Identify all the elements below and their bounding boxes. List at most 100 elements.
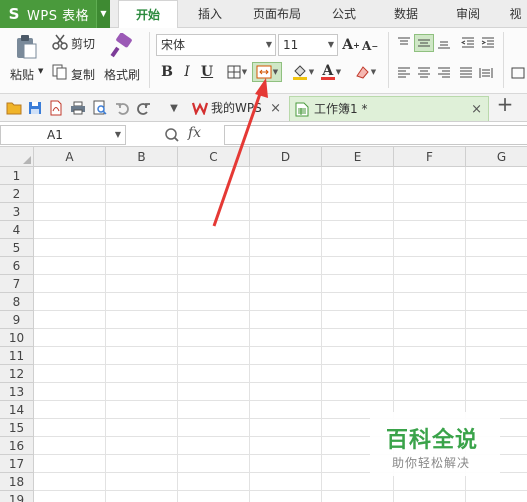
italic-icon[interactable]: I [180,64,194,80]
merge-center-icon[interactable] [510,66,526,80]
font-size-dropdown-icon: ▼ [327,40,334,49]
new-tab-icon[interactable]: + [495,92,515,116]
row-header-19[interactable]: 19 [0,491,34,502]
name-box[interactable]: A1 ▼ [0,125,126,145]
formula-input[interactable] [224,125,527,145]
borders-button[interactable]: ▼ [224,64,250,80]
undo-icon[interactable] [114,100,130,116]
column-header-f[interactable]: F [394,147,466,167]
cut-label[interactable]: 剪切 [71,35,95,52]
row-header-5[interactable]: 5 [0,239,34,257]
font-size-select[interactable]: 11 ▼ [278,34,338,56]
decrease-indent-icon[interactable] [460,36,476,50]
zoom-search-icon[interactable] [164,127,180,143]
insert-function-icon[interactable]: fx [188,125,201,141]
row-header-16[interactable]: 16 [0,437,34,455]
tab-data[interactable]: 数据 [380,0,432,28]
grid-line [34,382,527,383]
wps-w-icon [192,102,208,115]
format-painter-button[interactable] [108,32,136,60]
align-middle-icon[interactable] [414,34,434,52]
fill-color-icon [292,65,307,80]
print-preview-icon[interactable] [92,100,108,116]
row-header-4[interactable]: 4 [0,221,34,239]
grid-line [34,490,527,491]
print-icon[interactable] [70,100,86,116]
copy-icon[interactable] [52,64,68,80]
grid-line [34,220,527,221]
paste-button[interactable] [10,32,42,62]
justify-icon[interactable] [458,66,474,80]
grid-line [34,346,527,347]
redo-icon[interactable] [136,100,152,116]
row-header-1[interactable]: 1 [0,167,34,185]
merge-cells-icon [256,65,272,79]
row-header-6[interactable]: 6 [0,257,34,275]
formula-bar: A1 ▼ fx [0,123,527,147]
font-color-button[interactable]: A ▼ [318,62,344,82]
tab-review[interactable]: 审阅 [442,0,494,28]
document-tab-my-wps[interactable]: 我的WPS × [187,96,287,121]
app-menu-button[interactable]: S WPS 表格 ▼ [0,0,110,28]
row-header-12[interactable]: 12 [0,365,34,383]
shrink-font-icon[interactable]: A − [362,38,378,54]
row-header-10[interactable]: 10 [0,329,34,347]
align-bottom-icon[interactable] [436,36,452,50]
row-header-11[interactable]: 11 [0,347,34,365]
format-painter-icon [110,33,132,58]
grow-font-icon[interactable]: A + [342,36,360,54]
align-right-icon[interactable] [436,66,452,80]
merge-cells-button[interactable]: ▼ [252,62,282,82]
column-header-d[interactable]: D [250,147,322,167]
name-box-dropdown-icon[interactable]: ▼ [115,126,121,144]
column-header-e[interactable]: E [322,147,394,167]
bold-icon[interactable]: B [160,64,174,80]
row-header-8[interactable]: 8 [0,293,34,311]
close-tab-icon[interactable]: × [270,96,281,121]
grid-line [34,364,527,365]
align-center-icon[interactable] [416,66,432,80]
close-tab-icon[interactable]: × [471,97,482,122]
underline-icon[interactable]: U [200,64,214,80]
row-header-7[interactable]: 7 [0,275,34,293]
paste-label[interactable]: 粘贴 [10,66,34,83]
tab-page-layout[interactable]: 页面布局 [242,0,312,28]
row-header-3[interactable]: 3 [0,203,34,221]
row-header-18[interactable]: 18 [0,473,34,491]
align-top-icon[interactable] [396,36,412,50]
align-left-icon[interactable] [396,66,412,80]
document-tab-workbook[interactable]: 工作簿1 * × [289,96,489,121]
row-header-14[interactable]: 14 [0,401,34,419]
tab-view[interactable]: 视 [504,0,527,28]
select-all-corner[interactable] [0,147,34,167]
tab-home[interactable]: 开始 [118,0,178,29]
format-painter-label[interactable]: 格式刷 [104,66,140,83]
font-name-select[interactable]: 宋体 ▼ [156,34,276,56]
cut-icon[interactable] [52,34,68,50]
save-icon[interactable] [27,100,43,116]
wps-logo-icon: S [8,5,20,23]
column-header-b[interactable]: B [106,147,178,167]
ribbon: 粘贴 ▼ 剪切 复制 格式刷 宋体 ▼ 11 ▼ A + A − B I U ▼ ▼… [0,28,527,94]
column-header-a[interactable]: A [34,147,106,167]
app-menu-dropdown-icon[interactable]: ▼ [96,0,110,28]
tab-formulas[interactable]: 公式 [318,0,370,28]
open-icon[interactable] [6,100,22,116]
row-header-15[interactable]: 15 [0,419,34,437]
column-header-g[interactable]: G [466,147,527,167]
tab-insert[interactable]: 插入 [182,0,238,28]
column-header-c[interactable]: C [178,147,250,167]
export-pdf-icon[interactable] [48,100,64,116]
row-header-2[interactable]: 2 [0,185,34,203]
row-header-13[interactable]: 13 [0,383,34,401]
document-tab-label: 我的WPS [211,101,262,115]
fill-color-button[interactable]: ▼ [290,62,316,82]
paste-dropdown-icon[interactable]: ▼ [38,67,43,75]
copy-label[interactable]: 复制 [71,66,95,83]
row-header-9[interactable]: 9 [0,311,34,329]
clear-format-button[interactable]: ▼ [352,62,378,82]
increase-indent-icon[interactable] [480,36,496,50]
customize-icon[interactable]: ▼ [166,100,182,116]
row-header-17[interactable]: 17 [0,455,34,473]
distributed-align-icon[interactable] [478,66,494,80]
